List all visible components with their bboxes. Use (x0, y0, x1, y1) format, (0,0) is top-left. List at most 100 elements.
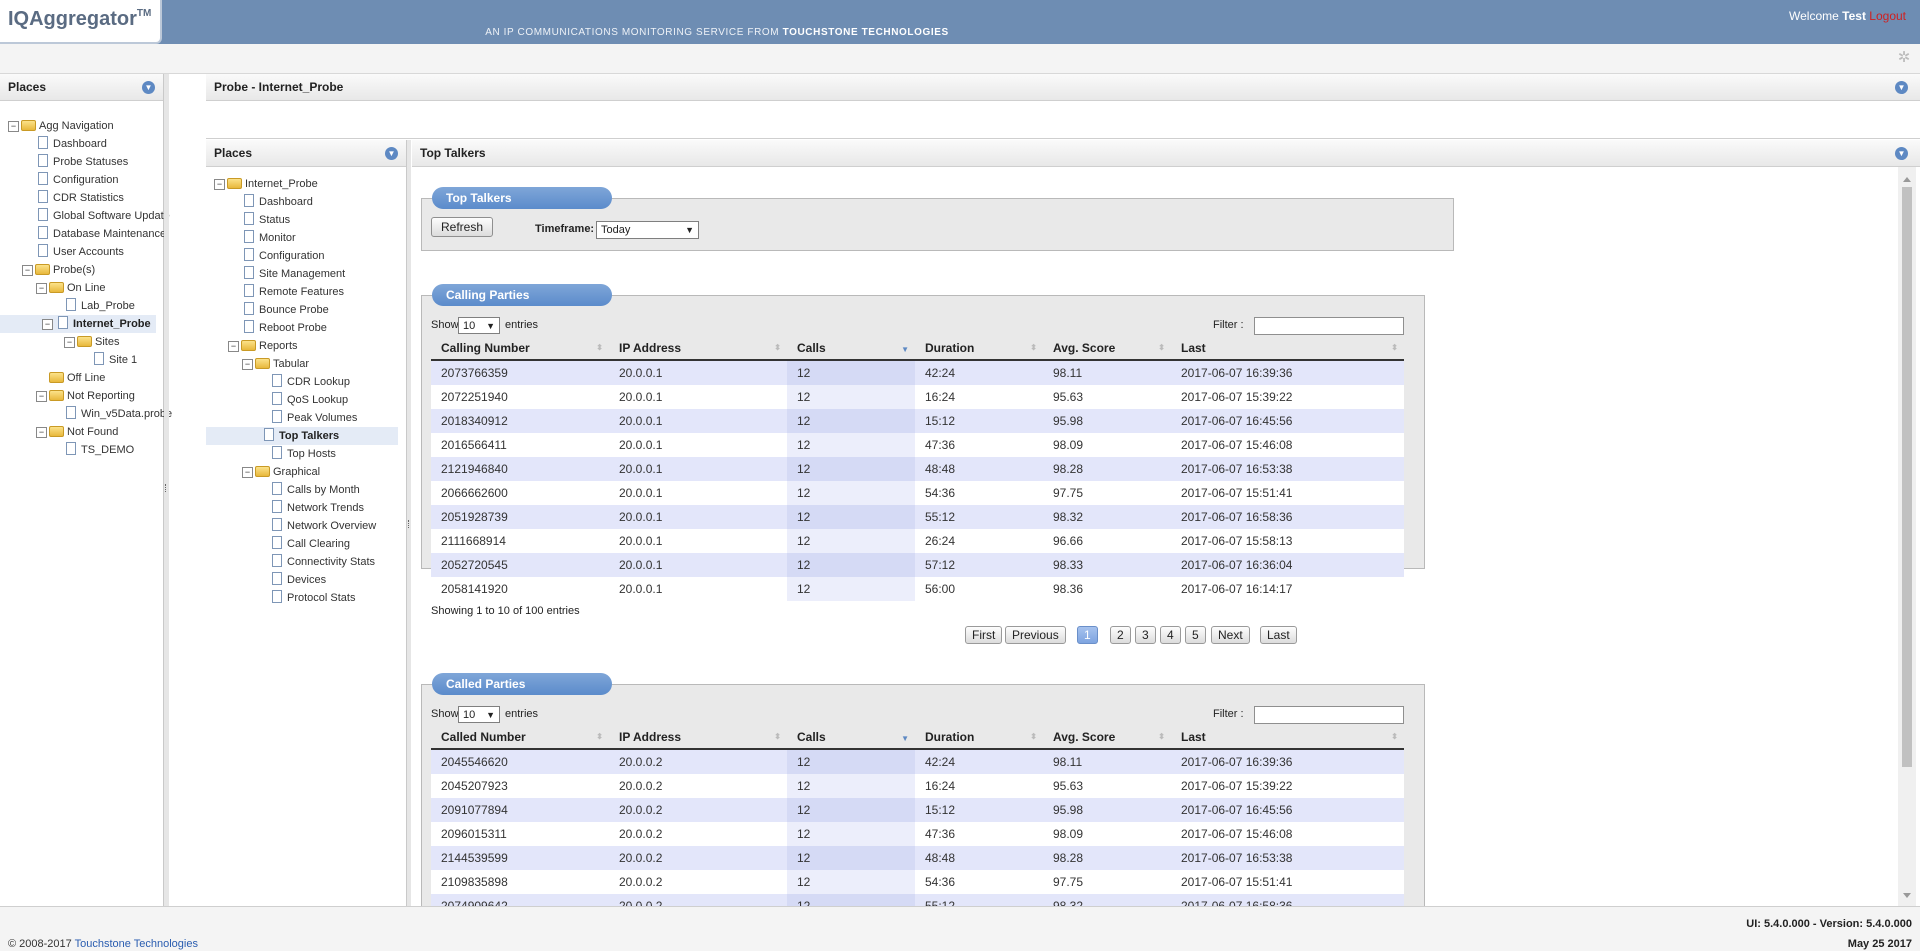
tree-item-devices[interactable]: Devices (214, 571, 398, 589)
scroll-down-icon[interactable] (1903, 893, 1911, 902)
tree-item-internet-probe[interactable]: − Internet_Probe (214, 175, 398, 193)
collapse-toggle-icon[interactable]: − (36, 391, 47, 402)
table-row[interactable]: 2016566411 20.0.0.1 12 47:36 98.09 2017-06-07… (431, 433, 1404, 457)
tree-item-cdr-lookup[interactable]: CDR Lookup (214, 373, 398, 391)
collapse-icon[interactable]: ▼ (1895, 147, 1908, 160)
scroll-thumb[interactable] (1902, 187, 1912, 767)
page-button-1[interactable]: 1 (1077, 626, 1098, 644)
tree-item-status[interactable]: Status (214, 211, 398, 229)
entries-select[interactable]: 10 ▼ (458, 317, 500, 334)
tree-item-lab-probe[interactable]: Lab_Probe (8, 297, 156, 315)
column-header-ip-address[interactable]: IP Address ⬍ (609, 337, 787, 361)
table-row[interactable]: 2018340912 20.0.0.1 12 15:12 95.98 2017-06-07… (431, 409, 1404, 433)
company-link[interactable]: Touchstone Technologies (75, 938, 198, 950)
tree-item-configuration[interactable]: Configuration (214, 247, 398, 265)
tree-item-dashboard[interactable]: Dashboard (8, 135, 156, 153)
tree-item-global-software-update[interactable]: Global Software Update (8, 207, 170, 225)
column-header-calls[interactable]: Calls ▼ (787, 337, 915, 361)
refresh-button[interactable]: Refresh (431, 217, 493, 237)
collapse-toggle-icon[interactable]: − (242, 359, 253, 370)
collapse-toggle-icon[interactable]: − (228, 341, 239, 352)
tree-item-top-hosts[interactable]: Top Hosts (214, 445, 398, 463)
tree-item-off-line[interactable]: Off Line (8, 369, 156, 387)
filter-input[interactable] (1254, 706, 1404, 724)
tree-item-probe-statuses[interactable]: Probe Statuses (8, 153, 156, 171)
tree-item-reports[interactable]: − Reports (214, 337, 398, 355)
column-header-duration[interactable]: Duration ⬍ (915, 726, 1043, 750)
timeframe-select[interactable]: Today ▼ (596, 221, 699, 239)
table-row[interactable]: 2066662600 20.0.0.1 12 54:36 97.75 2017-06-07… (431, 481, 1404, 505)
collapse-icon[interactable]: ▼ (142, 81, 155, 94)
tree-item-on-line[interactable]: − On Line (8, 279, 156, 297)
table-row[interactable]: 2045207923 20.0.0.2 12 16:24 95.63 2017-06-07… (431, 774, 1404, 798)
page-button-previous[interactable]: Previous (1005, 626, 1066, 644)
tree-item-calls-by-month[interactable]: Calls by Month (214, 481, 398, 499)
page-button-next[interactable]: Next (1211, 626, 1250, 644)
tree-item-win-v5data-probe[interactable]: Win_v5Data.probe (8, 405, 172, 423)
collapse-toggle-icon[interactable]: − (36, 427, 47, 438)
column-header-last[interactable]: Last ⬍ (1171, 337, 1404, 361)
tree-item-probe-s[interactable]: − Probe(s) (8, 261, 156, 279)
tree-item-not-reporting[interactable]: − Not Reporting (8, 387, 156, 405)
page-button-last[interactable]: Last (1260, 626, 1297, 644)
tree-item-configuration[interactable]: Configuration (8, 171, 156, 189)
tree-item-agg-navigation[interactable]: − Agg Navigation (8, 117, 156, 135)
tree-item-monitor[interactable]: Monitor (214, 229, 398, 247)
column-header-avg-score[interactable]: Avg. Score ⬍ (1043, 726, 1171, 750)
mid-splitter[interactable] (407, 140, 411, 906)
page-button-5[interactable]: 5 (1185, 626, 1206, 644)
column-header-called-number[interactable]: Called Number ⬍ (431, 726, 609, 750)
logout-link[interactable]: Logout (1869, 9, 1906, 23)
table-row[interactable]: 2144539599 20.0.0.2 12 48:48 98.28 2017-06-07… (431, 846, 1404, 870)
collapse-toggle-icon[interactable]: − (36, 283, 47, 294)
tree-item-dashboard[interactable]: Dashboard (214, 193, 398, 211)
tree-item-bounce-probe[interactable]: Bounce Probe (214, 301, 398, 319)
table-row[interactable]: 2111668914 20.0.0.1 12 26:24 96.66 2017-06-07… (431, 529, 1404, 553)
collapse-toggle-icon[interactable]: − (64, 337, 75, 348)
collapse-icon[interactable]: ▼ (1895, 81, 1908, 94)
column-header-last[interactable]: Last ⬍ (1171, 726, 1404, 750)
table-row[interactable]: 2058141920 20.0.0.1 12 56:00 98.36 2017-06-07… (431, 577, 1404, 601)
entries-select[interactable]: 10 ▼ (458, 706, 500, 723)
collapse-toggle-icon[interactable]: − (42, 319, 53, 330)
collapse-toggle-icon[interactable]: − (8, 121, 19, 132)
left-splitter[interactable] (164, 74, 169, 906)
scroll-up-icon[interactable] (1903, 173, 1911, 182)
table-row[interactable]: 2096015311 20.0.0.2 12 47:36 98.09 2017-06-07… (431, 822, 1404, 846)
tree-item-reboot-probe[interactable]: Reboot Probe (214, 319, 398, 337)
page-button-4[interactable]: 4 (1160, 626, 1181, 644)
page-button-first[interactable]: First (965, 626, 1003, 644)
column-header-avg-score[interactable]: Avg. Score ⬍ (1043, 337, 1171, 361)
table-row[interactable]: 2121946840 20.0.0.1 12 48:48 98.28 2017-06-07… (431, 457, 1404, 481)
collapse-toggle-icon[interactable]: − (22, 265, 33, 276)
table-row[interactable]: 2091077894 20.0.0.2 12 15:12 95.98 2017-06-07… (431, 798, 1404, 822)
table-row[interactable]: 2052720545 20.0.0.1 12 57:12 98.33 2017-06-07… (431, 553, 1404, 577)
page-button-3[interactable]: 3 (1135, 626, 1156, 644)
table-row[interactable]: 2045546620 20.0.0.2 12 42:24 98.11 2017-06-07… (431, 749, 1404, 774)
table-row[interactable]: 2074909642 20.0.0.2 12 55:12 98.32 2017-06-07… (431, 894, 1404, 906)
tree-item-ts-demo[interactable]: TS_DEMO (8, 441, 156, 459)
collapse-icon[interactable]: ▼ (385, 147, 398, 160)
filter-input[interactable] (1254, 317, 1404, 335)
tree-item-network-overview[interactable]: Network Overview (214, 517, 398, 535)
content-scrollbar[interactable] (1898, 167, 1916, 906)
tree-item-network-trends[interactable]: Network Trends (214, 499, 398, 517)
column-header-calling-number[interactable]: Calling Number ⬍ (431, 337, 609, 361)
collapse-toggle-icon[interactable]: − (214, 179, 225, 190)
tree-item-cdr-statistics[interactable]: CDR Statistics (8, 189, 156, 207)
column-header-calls[interactable]: Calls ▼ (787, 726, 915, 750)
tree-item-qos-lookup[interactable]: QoS Lookup (214, 391, 398, 409)
column-header-duration[interactable]: Duration ⬍ (915, 337, 1043, 361)
page-button-2[interactable]: 2 (1110, 626, 1131, 644)
tree-item-sites[interactable]: − Sites (8, 333, 156, 351)
tree-item-site-management[interactable]: Site Management (214, 265, 398, 283)
tree-item-user-accounts[interactable]: User Accounts (8, 243, 156, 261)
table-row[interactable]: 2051928739 20.0.0.1 12 55:12 98.32 2017-06-07… (431, 505, 1404, 529)
tree-item-site-1[interactable]: Site 1 (8, 351, 156, 369)
collapse-toggle-icon[interactable]: − (242, 467, 253, 478)
tree-item-peak-volumes[interactable]: Peak Volumes (214, 409, 398, 427)
tree-item-call-clearing[interactable]: Call Clearing (214, 535, 398, 553)
tree-item-database-maintenance[interactable]: Database Maintenance (8, 225, 166, 243)
tree-item-not-found[interactable]: − Not Found (8, 423, 156, 441)
table-row[interactable]: 2072251940 20.0.0.1 12 16:24 95.63 2017-06-07… (431, 385, 1404, 409)
